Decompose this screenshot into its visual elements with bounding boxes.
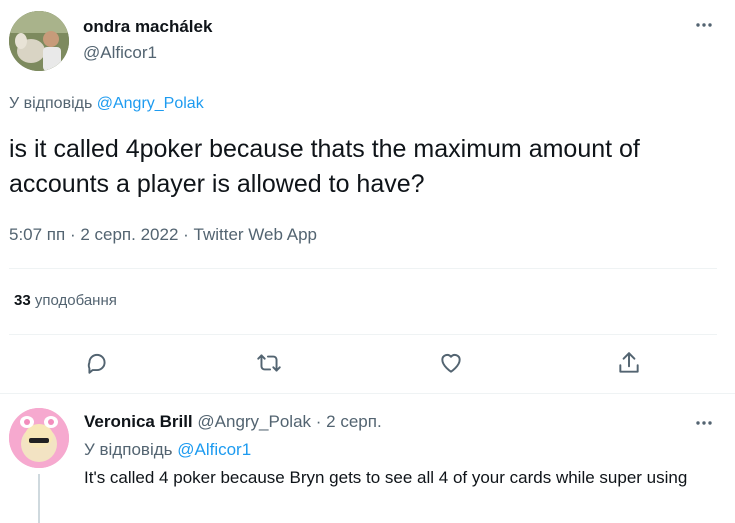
reply-header: Veronica Brill @Angry_Polak · 2 серп.	[84, 412, 382, 432]
replying-to-label: У відповідь	[9, 95, 97, 112]
heart-icon[interactable]	[436, 348, 466, 378]
reply-replying-to: У відповідь @Alficor1	[84, 440, 251, 460]
reply-author-handle[interactable]: @Angry_Polak	[193, 412, 311, 431]
tweet-time[interactable]: 5:07 пп	[9, 225, 65, 244]
replying-to-mention[interactable]: @Alficor1	[177, 440, 251, 459]
more-icon[interactable]	[694, 18, 714, 32]
likes-count: 33	[14, 292, 31, 309]
reply-author-name[interactable]: Veronica Brill	[84, 412, 193, 431]
more-icon[interactable]	[694, 416, 714, 430]
author-name[interactable]: ondra machálek	[83, 17, 212, 37]
reply-author-avatar[interactable]	[9, 408, 69, 468]
divider	[9, 268, 717, 269]
likes-label: уподобання	[30, 292, 117, 309]
tweet-date[interactable]: 2 серп. 2022	[80, 225, 178, 244]
author-avatar[interactable]	[9, 11, 69, 71]
replying-to-mention[interactable]: @Angry_Polak	[97, 95, 204, 112]
replying-to-label: У відповідь	[84, 440, 178, 459]
reply-text: It's called 4 poker because Bryn gets to…	[84, 468, 688, 487]
divider	[9, 334, 717, 335]
share-icon[interactable]	[614, 348, 644, 378]
avatar-photo	[9, 11, 69, 71]
author-handle[interactable]: @Alficor1	[83, 43, 157, 63]
tweet-text: is it called 4poker because thats the ma…	[9, 135, 640, 198]
replying-to: У відповідь @Angry_Polak	[9, 95, 204, 113]
thread-divider	[0, 393, 735, 394]
thread-line	[38, 474, 40, 523]
likes-stat[interactable]: 33 уподобання	[14, 292, 117, 309]
meta-separator: ·	[178, 225, 194, 244]
avatar-photo	[9, 408, 69, 468]
reply-icon[interactable]	[82, 348, 112, 378]
retweet-icon[interactable]	[254, 348, 284, 378]
reply-date[interactable]: · 2 серп.	[311, 412, 382, 431]
meta-separator: ·	[65, 225, 81, 244]
tweet-source[interactable]: Twitter Web App	[194, 225, 317, 244]
tweet-meta: 5:07 пп · 2 серп. 2022 · Twitter Web App	[9, 225, 317, 245]
